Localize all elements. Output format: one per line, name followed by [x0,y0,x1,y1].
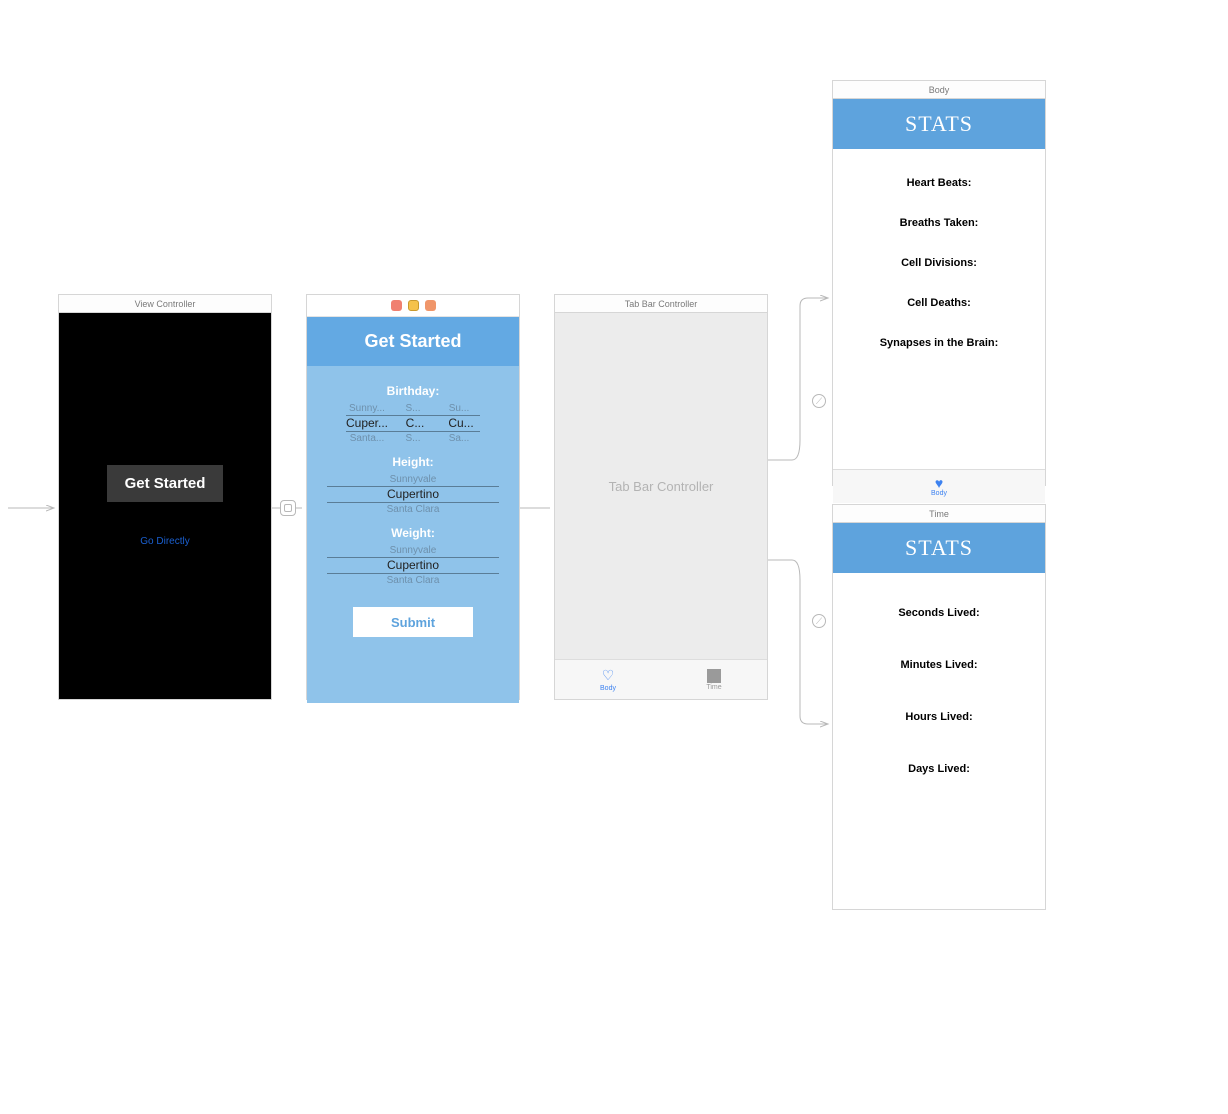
scene-title: Body [833,81,1045,99]
square-icon [707,669,721,683]
stat-label: Cell Deaths: [833,283,1045,323]
scene-toolbar [307,295,519,317]
segue-node[interactable] [280,500,296,516]
height-picker[interactable]: Sunnyvale Cupertino Santa Clara [327,473,499,516]
tab-label: Body [931,490,947,497]
toolbar-icon [425,300,436,311]
stat-label: Days Lived: [833,743,1045,795]
stat-label: Heart Beats: [833,163,1045,203]
view-controller-scene[interactable]: View Controller Get Started Go Directly [58,294,272,700]
tab-time[interactable]: Time [661,660,767,699]
tab-label: Time [706,684,721,691]
stat-label: Cell Divisions: [833,243,1045,283]
tab-label: Body [600,685,616,692]
stats-list: Seconds Lived: Minutes Lived: Hours Live… [833,573,1045,927]
stat-label: Seconds Lived: [833,587,1045,639]
submit-button[interactable]: Submit [353,607,473,637]
toolbar-icon [408,300,419,311]
stats-header: STATS [833,99,1045,149]
birthday-label: Birthday: [327,384,499,398]
scene-title: Tab Bar Controller [555,295,767,313]
heart-icon: ♡ [602,667,615,684]
relationship-segue-icon[interactable]: ⟋ [812,614,826,628]
stats-header: STATS [833,523,1045,573]
tab-body[interactable]: ♡ Body [555,660,661,699]
toolbar-icon [391,300,402,311]
birthday-picker[interactable]: Sunny...S...Su... Cuper...C...Cu... Sant… [327,402,499,445]
placeholder-label: Tab Bar Controller [555,313,767,659]
scene-title: Time [833,505,1045,523]
stat-label: Hours Lived: [833,691,1045,743]
stat-label: Breaths Taken: [833,203,1045,243]
tab-bar-controller-scene[interactable]: Tab Bar Controller Tab Bar Controller ♡ … [554,294,768,700]
tab-bar: ♡ Body Time [555,659,767,699]
weight-picker[interactable]: Sunnyvale Cupertino Santa Clara [327,544,499,587]
heart-icon: ♥ [935,476,943,490]
weight-label: Weight: [327,526,499,540]
tab-bar: ♥ Body [833,469,1045,503]
scene-title: View Controller [59,295,271,313]
form-header: Get Started [307,317,519,366]
stats-list: Heart Beats: Breaths Taken: Cell Divisio… [833,149,1045,469]
time-stats-scene[interactable]: Time STATS Seconds Lived: Minutes Lived:… [832,504,1046,910]
go-directly-link[interactable]: Go Directly [140,536,189,547]
stat-label: Minutes Lived: [833,639,1045,691]
get-started-button[interactable]: Get Started [107,465,224,502]
height-label: Height: [327,455,499,469]
body-stats-scene[interactable]: Body STATS Heart Beats: Breaths Taken: C… [832,80,1046,486]
stat-label: Synapses in the Brain: [833,323,1045,363]
relationship-segue-icon[interactable]: ⟋ [812,394,826,408]
get-started-scene[interactable]: Get Started Birthday: Sunny...S...Su... … [306,294,520,700]
